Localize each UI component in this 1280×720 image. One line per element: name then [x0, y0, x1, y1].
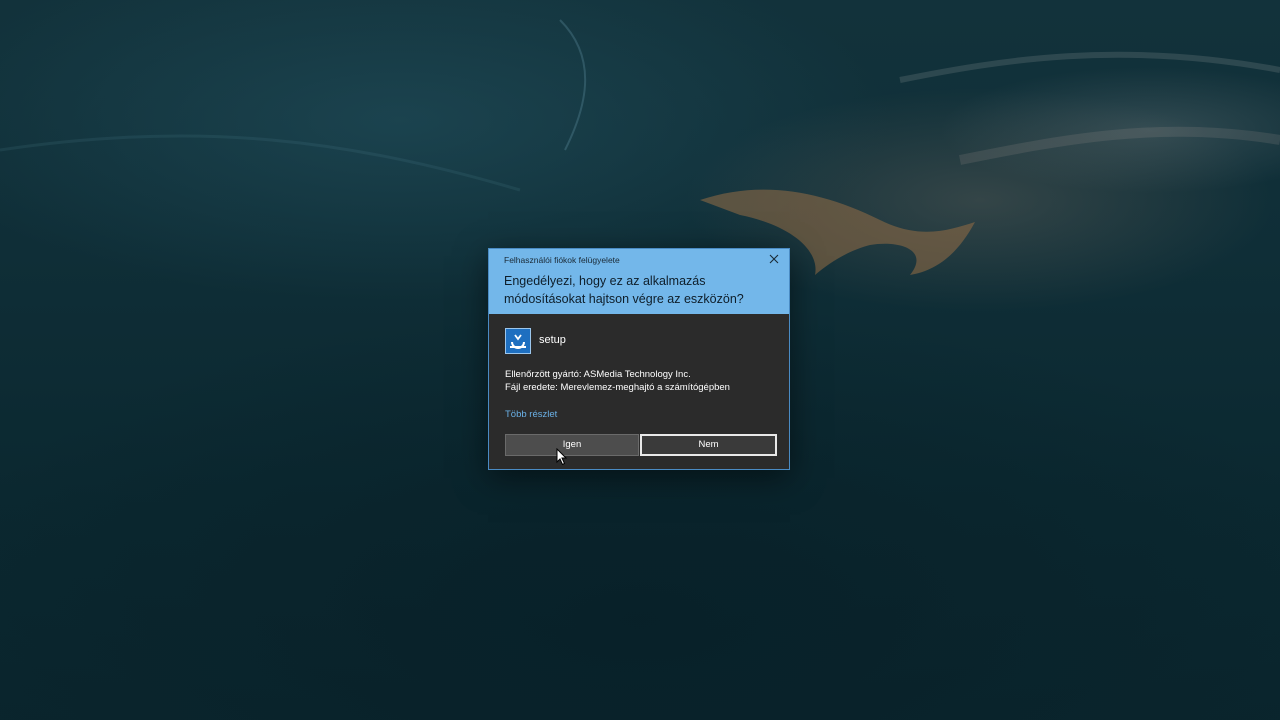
uac-header: Felhasználói fiókok felügyelete Engedély… — [489, 249, 789, 314]
app-name: setup — [539, 334, 566, 346]
publisher-line: Ellenőrzött gyártó: ASMedia Technology I… — [505, 369, 691, 380]
close-icon[interactable] — [765, 252, 783, 270]
dialog-question: Engedélyezi, hogy ez az alkalmazás módos… — [504, 274, 744, 306]
setup-installer-icon — [505, 328, 531, 354]
more-details-link[interactable]: Több részlet — [505, 409, 557, 420]
no-button[interactable]: Nem — [640, 434, 777, 456]
uac-dialog: Felhasználói fiókok felügyelete Engedély… — [488, 248, 790, 470]
mouse-cursor-icon — [556, 447, 568, 466]
uac-body: setup Ellenőrzött gyártó: ASMedia Techno… — [489, 314, 789, 469]
origin-line: Fájl eredete: Merevlemez-meghajtó a szám… — [505, 382, 730, 393]
dialog-caption: Felhasználói fiókok felügyelete — [504, 255, 620, 265]
yes-button[interactable]: Igen — [505, 434, 639, 456]
